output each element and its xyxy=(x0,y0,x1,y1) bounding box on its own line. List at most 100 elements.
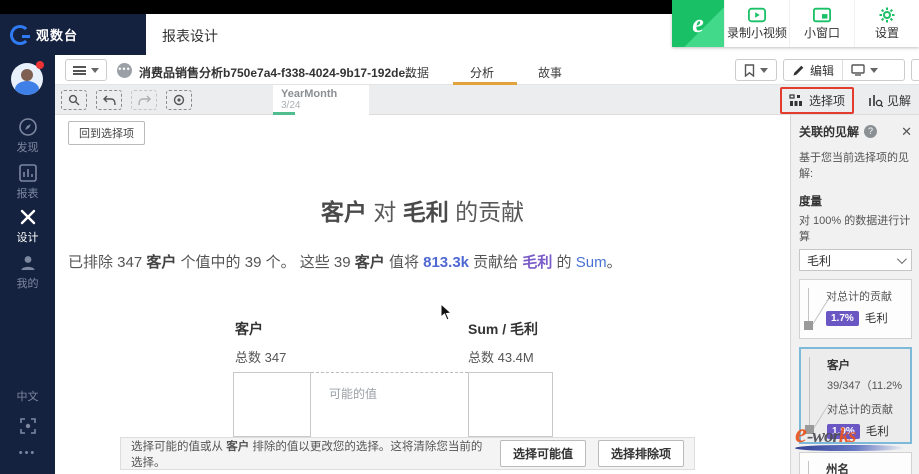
left-sidebar: 发现 报表 设计 我的 中文 ••• xyxy=(0,55,55,474)
smart-search-button[interactable] xyxy=(61,90,87,110)
mini-chart-icon xyxy=(804,288,820,330)
recorder-logo-letter: e xyxy=(692,8,704,38)
help-icon[interactable]: ? xyxy=(864,125,878,138)
record-video-label: 录制小视频 xyxy=(726,25,787,40)
filter-chip-yearmonth[interactable]: YearMonth 3/24 xyxy=(273,85,369,115)
insight-title-measure: 毛利 xyxy=(402,199,449,225)
bookmark-icon xyxy=(744,63,755,77)
search-icon xyxy=(68,94,80,106)
user-icon xyxy=(21,256,34,270)
insights-chart-icon xyxy=(869,94,883,107)
card-title: 州名 xyxy=(826,464,849,474)
brand-logo-icon xyxy=(10,24,30,45)
edit-button[interactable]: 编辑 xyxy=(784,60,842,80)
excluded-values-box[interactable] xyxy=(233,372,311,437)
language-label: 中文 xyxy=(16,391,39,403)
selections-tool-button[interactable]: 选择项 xyxy=(779,86,854,114)
sheet-menu-button[interactable] xyxy=(65,59,107,81)
recorder-logo[interactable]: e xyxy=(672,0,724,47)
insight-title-dim: 客户 xyxy=(320,199,367,225)
caret-down-icon xyxy=(91,67,99,73)
select-possible-button[interactable]: 选择可能值 xyxy=(499,440,586,467)
card-contribution-label: 对总计的贡献 xyxy=(826,291,892,303)
language-toggle[interactable]: 中文 xyxy=(0,388,55,404)
insight-summary: 已排除 347 客户 个值中的 39 个。 这些 39 客户 值将 813.3k… xyxy=(68,254,622,271)
possible-values-label: 可能的值 xyxy=(329,387,378,401)
sum-values-box[interactable] xyxy=(468,372,553,437)
summary-agg: Sum xyxy=(575,254,607,271)
close-icon[interactable]: ✕ xyxy=(901,124,912,140)
pencil-icon xyxy=(793,65,804,75)
page-title: 报表设计 xyxy=(162,28,218,44)
calc-note: 对 100% 的数据进行计算 xyxy=(799,215,911,243)
mini-chart-icon xyxy=(808,461,820,474)
filter-selected-count: 3/24 xyxy=(281,100,301,111)
prev-sheet-button[interactable]: ❮ xyxy=(912,62,919,78)
select-excluded-button[interactable]: 选择排除项 xyxy=(597,440,684,467)
fullscreen-button[interactable] xyxy=(0,418,55,437)
sidebar-label-design: 设计 xyxy=(16,232,39,244)
summary-measure: 毛利 xyxy=(522,254,553,271)
clear-selections-button[interactable] xyxy=(166,90,192,110)
settings-gear-icon xyxy=(879,7,895,22)
insight-detail-view: 回到选择项 客户 对 毛利 的贡献 已排除 347 客户 个值中的 39 个。 … xyxy=(55,115,790,474)
insight-card-measure[interactable]: 对总计的贡献 1.7% 毛利 xyxy=(799,279,912,339)
insights-label: 见解 xyxy=(886,93,911,108)
column-total-sum: 总数 43.4M xyxy=(468,350,534,365)
recorder-settings-label: 设置 xyxy=(874,25,899,40)
record-video-button[interactable]: 录制小视频 xyxy=(724,0,789,47)
app-info-icon[interactable]: ••• xyxy=(117,63,132,78)
mini-window-label: 小窗口 xyxy=(803,25,840,40)
card-subtitle: 39/347（11.2% 已.. xyxy=(827,380,904,392)
hamburger-icon xyxy=(73,65,86,75)
more-menu-button[interactable]: ••• xyxy=(0,447,55,459)
panel-title: 关联的见解 xyxy=(799,125,860,139)
filter-field-name: YearMonth xyxy=(281,88,338,100)
screen-recorder-overlay: e 录制小视频 小窗口 设置 xyxy=(672,0,919,47)
edit-label: 编辑 xyxy=(810,63,835,78)
recorder-settings-button[interactable]: 设置 xyxy=(854,0,919,47)
sidebar-item-design[interactable]: 设计 xyxy=(0,207,55,245)
design-tools-icon xyxy=(20,209,35,225)
eworks-watermark: e-works xyxy=(793,418,915,451)
undo-icon xyxy=(102,95,116,105)
chevron-down-icon xyxy=(896,253,907,264)
contribution-badge: 1.7% xyxy=(826,310,859,326)
device-preview-dropdown[interactable] xyxy=(842,60,886,80)
bookmark-dropdown[interactable] xyxy=(735,59,777,81)
selection-action-message: 选择可能的值或从 客户 排除的值以更改您的选择。这将清除您当前的选择。 xyxy=(131,440,483,469)
fullscreen-icon xyxy=(19,418,36,434)
selection-action-bar: 选择可能的值或从 客户 排除的值以更改您的选择。这将清除您当前的选择。 选择可能… xyxy=(120,437,695,470)
sidebar-item-reports[interactable]: 报表 xyxy=(0,163,55,201)
app-toolbar: ••• 消费品销售分析b750e7a4-f338-4024-9b17-192de… xyxy=(55,55,919,85)
mini-window-button[interactable]: 小窗口 xyxy=(789,0,854,47)
tab-data[interactable]: 数据 xyxy=(405,64,429,81)
insight-card-state[interactable]: 州名 1/46（2.2% 已排除) 对总计的贡献 xyxy=(799,452,912,474)
compass-icon xyxy=(18,118,37,136)
watermark-ks: ks xyxy=(838,423,857,447)
sidebar-item-discover[interactable]: 发现 xyxy=(0,117,55,155)
card-measure-name: 毛利 xyxy=(864,313,888,325)
brand-header: 观数台 xyxy=(0,14,146,55)
panel-subtitle: 基于您当前选择项的见解: xyxy=(799,152,909,180)
clear-selections-icon xyxy=(173,94,185,106)
watermark-swoosh xyxy=(793,445,907,451)
monitor-icon xyxy=(851,64,865,76)
notification-dot xyxy=(36,61,44,69)
caret-down-icon xyxy=(870,67,879,73)
back-to-selections-button[interactable]: 回到选择项 xyxy=(68,121,145,145)
tab-story[interactable]: 故事 xyxy=(538,64,562,81)
watermark-mid: -wor xyxy=(806,426,840,447)
selections-tool-icon xyxy=(789,93,802,106)
sidebar-item-mine[interactable]: 我的 xyxy=(0,253,55,291)
card-title: 客户 xyxy=(827,360,850,372)
undo-selection-button[interactable] xyxy=(96,90,122,110)
measure-selected-value: 毛利 xyxy=(807,253,832,268)
redo-selection-button[interactable] xyxy=(131,90,157,110)
tab-analysis[interactable]: 分析 xyxy=(470,64,494,81)
measure-select[interactable]: 毛利 xyxy=(799,249,912,271)
insights-button[interactable]: 见解 xyxy=(868,92,913,109)
possible-values-zone[interactable]: 可能的值 xyxy=(311,372,468,437)
mouse-cursor xyxy=(440,303,452,321)
measure-label: 度量 xyxy=(799,196,822,208)
